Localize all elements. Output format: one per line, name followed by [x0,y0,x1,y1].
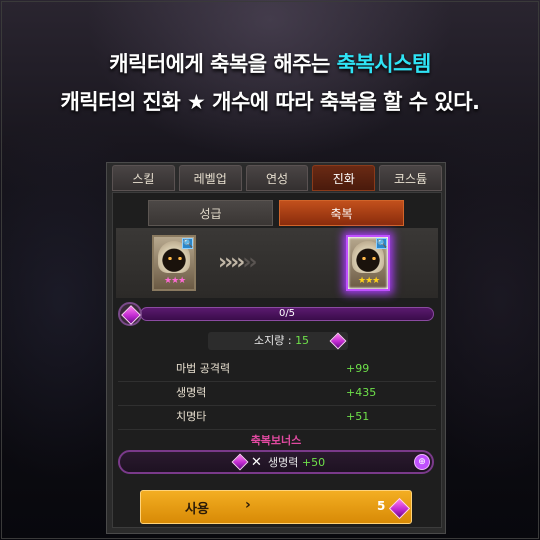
stat-row: 마법 공격력 +99 [118,358,436,382]
star-rating: ★★★ [164,276,186,286]
tab-costume[interactable]: 코스튬 [379,165,442,191]
star-rating-text: ★★★ [358,276,380,286]
bonus-stat-name: 생명력 [268,456,302,469]
headline-accent: 축복시스템 [336,52,432,76]
headline-line-2: 캐릭터의 진화 ★ 개수에 따라 축복을 할 수 있다. [60,90,480,114]
use-button-label: 사용 [185,502,209,517]
holding-value: 15 [295,334,310,347]
stat-name: 치명타 [176,410,207,423]
subtab-star-grade[interactable]: 성급 [148,200,273,226]
stat-name: 생명력 [176,386,207,399]
progress-label: 0/5 [278,308,296,319]
stat-row: 생명력 +435 [118,382,436,406]
progress-bar: 0/5 [140,307,434,321]
subtab-blessing[interactable]: 축복 [279,200,404,226]
multiply-icon: ✕ [251,455,262,470]
tab-skill[interactable]: 스킬 [112,165,175,191]
bonus-bar: ✕ 생명력 +50 ⊕ [118,450,434,474]
stat-value: +51 [346,410,370,423]
progression-arrows-icon: ›››››› [218,250,258,275]
tab-evolution[interactable]: 진화 [312,165,376,191]
holding-label-group: 소지량 : 15 [254,332,309,350]
purple-gem-icon [329,332,347,350]
character-portrait-current[interactable]: ★★★ 🔍 [152,235,196,291]
main-tabs: 스킬 레벨업 연성 진화 코스튬 [112,165,442,191]
bonus-title: 축복보너스 [250,434,302,447]
gem-badge [118,302,142,326]
stat-value: +435 [346,386,377,399]
glowing-eyes-icon [362,257,376,260]
magnify-icon[interactable]: 🔍 [182,238,193,249]
stat-list: 마법 공격력 +99 생명력 +435 치명타 +51 [118,358,436,430]
star-rating-text: ★★★ [164,276,186,286]
holding-amount: 소지량 : 15 [208,332,348,350]
stat-name: 마법 공격력 [176,362,231,375]
tab-refine[interactable]: 연성 [245,165,309,191]
sub-tabs: 성급 축복 [148,200,404,226]
glowing-eyes-icon [168,257,182,260]
use-cost: 5 [377,499,386,513]
stat-row: 치명타 +51 [118,406,436,430]
purple-gem-icon [121,305,141,325]
star-rating: ★★★ [358,276,380,286]
character-portrait-blessed[interactable]: ★★★ 🔍 [346,235,390,291]
bonus-text: 생명력 +50 [268,454,325,472]
chevron-right-icon: › [245,497,251,513]
holding-label: 소지량 : [254,334,296,347]
purple-gem-icon [231,453,249,471]
purple-gem-icon [388,497,411,520]
tab-levelup[interactable]: 레벨업 [178,165,242,191]
stat-value: +99 [346,362,370,375]
blessing-progress: 0/5 [118,302,436,326]
zoom-icon[interactable]: ⊕ [414,454,430,470]
magnify-icon[interactable]: 🔍 [376,238,387,249]
headline-line-1: 캐릭터에게 축복을 해주는 축복시스템 [0,48,540,78]
headline-line-1-text: 캐릭터에게 축복을 해주는 [109,52,337,76]
use-button[interactable]: 사용 › 5 [140,490,412,524]
bonus-stat-value: +50 [301,456,326,469]
